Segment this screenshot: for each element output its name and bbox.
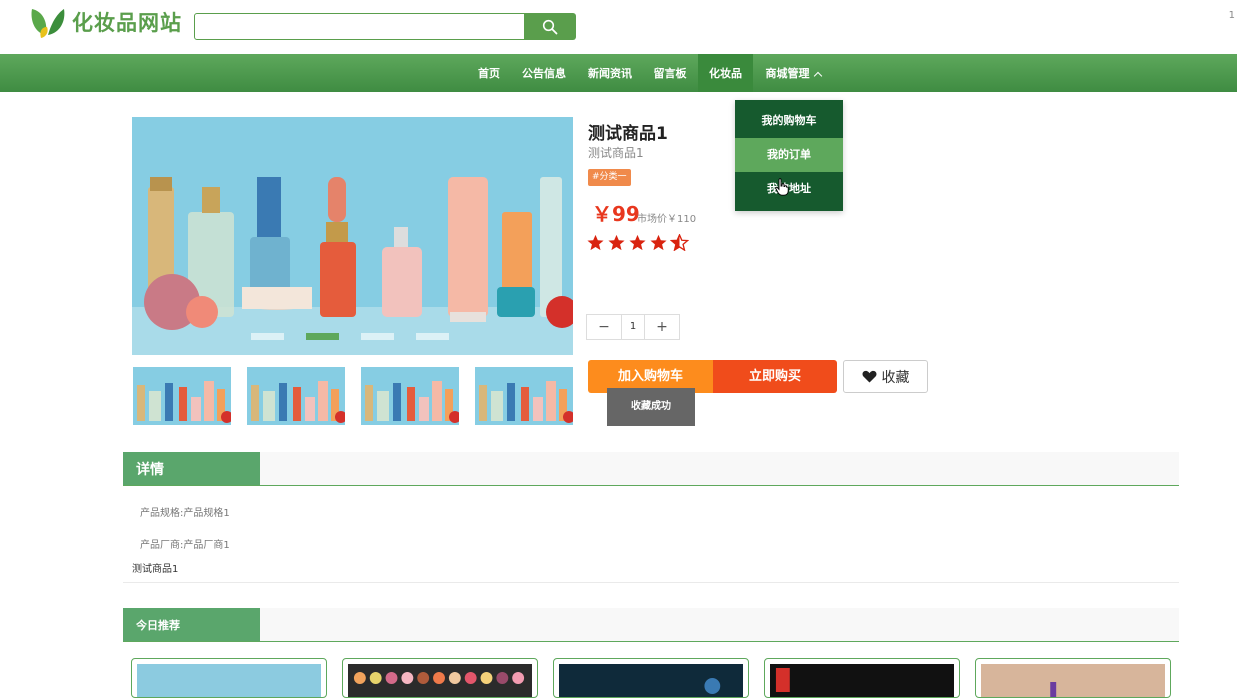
buy-now-button[interactable]: 立即购买 bbox=[713, 360, 837, 393]
favorite-button[interactable]: 收藏 bbox=[843, 360, 928, 393]
recommend-card[interactable] bbox=[553, 658, 749, 698]
heart-icon bbox=[862, 370, 876, 383]
carousel-dot-3[interactable] bbox=[361, 333, 394, 340]
recommend-image bbox=[137, 664, 321, 697]
product-price: ￥99 bbox=[592, 202, 640, 226]
recommend-image bbox=[559, 664, 743, 697]
market-price: 市场价￥110 bbox=[637, 214, 697, 225]
site-name: 化妆品网站 bbox=[72, 11, 182, 35]
manufacturer-line: 产品厂商:产品厂商1 bbox=[140, 540, 230, 551]
mall-dropdown-menu: 我的购物车 我的订单 我的地址 bbox=[735, 100, 843, 211]
quantity-plus-button[interactable]: + bbox=[645, 315, 679, 339]
star-half-icon bbox=[670, 234, 689, 251]
main-nav: 首页 公告信息 新闻资讯 留言板 化妆品 商城管理 bbox=[0, 54, 1237, 92]
recommend-image bbox=[770, 664, 954, 697]
search-button[interactable] bbox=[524, 13, 576, 40]
nav-announcements[interactable]: 公告信息 bbox=[514, 54, 574, 92]
product-title: 测试商品1 bbox=[588, 124, 668, 144]
category-tag[interactable]: #分类一 bbox=[588, 169, 631, 186]
details-section-header: 详情 bbox=[123, 452, 1179, 486]
toast-message: 收藏成功 bbox=[607, 388, 695, 426]
divider bbox=[123, 582, 1179, 583]
nav-cosmetics[interactable]: 化妆品 bbox=[698, 54, 753, 92]
nav-guestbook[interactable]: 留言板 bbox=[646, 54, 694, 92]
star-icon bbox=[587, 234, 604, 251]
thumbnail-4[interactable] bbox=[475, 367, 573, 425]
thumbnail-2[interactable] bbox=[247, 367, 345, 425]
recommend-image bbox=[348, 664, 532, 697]
product-description: 测试商品1 bbox=[132, 564, 179, 575]
favorite-label: 收藏 bbox=[881, 369, 910, 386]
quantity-minus-button[interactable]: − bbox=[587, 315, 621, 339]
thumbnail-1[interactable] bbox=[133, 367, 231, 425]
rating-stars bbox=[586, 234, 691, 251]
product-main-image[interactable] bbox=[132, 117, 573, 355]
carousel-dot-1[interactable] bbox=[251, 333, 284, 340]
recommend-card[interactable] bbox=[342, 658, 538, 698]
search-icon bbox=[542, 19, 558, 34]
star-icon bbox=[608, 234, 625, 251]
spec-line: 产品规格:产品规格1 bbox=[140, 508, 230, 519]
recommend-card[interactable] bbox=[131, 658, 327, 698]
leaf-logo-icon bbox=[31, 9, 65, 38]
site-logo[interactable]: 化妆品网站 bbox=[28, 4, 182, 40]
corner-text: 1 bbox=[1228, 10, 1235, 21]
hand-cursor-icon bbox=[775, 178, 789, 196]
menu-item-my-address[interactable]: 我的地址 bbox=[735, 172, 843, 206]
nav-mall-label: 商城管理 bbox=[765, 67, 810, 80]
cosmetics-photo bbox=[132, 117, 573, 355]
tab-today-recommend[interactable]: 今日推荐 bbox=[123, 608, 260, 641]
recommend-section-header: 今日推荐 bbox=[123, 608, 1179, 642]
thumbnail-3[interactable] bbox=[361, 367, 459, 425]
recommend-card[interactable] bbox=[975, 658, 1171, 698]
nav-news[interactable]: 新闻资讯 bbox=[580, 54, 640, 92]
quantity-stepper: − 1 + bbox=[586, 314, 680, 340]
star-icon bbox=[629, 234, 646, 251]
product-subtitle: 测试商品1 bbox=[588, 146, 644, 160]
star-icon bbox=[650, 234, 667, 251]
carousel-dot-2[interactable] bbox=[306, 333, 339, 340]
recommend-card[interactable] bbox=[764, 658, 960, 698]
nav-home[interactable]: 首页 bbox=[470, 54, 508, 92]
site-header: 化妆品网站 1 bbox=[0, 0, 1237, 54]
chevron-up-icon bbox=[813, 71, 822, 81]
tab-details[interactable]: 详情 bbox=[123, 452, 260, 485]
quantity-value[interactable]: 1 bbox=[621, 315, 645, 339]
recommend-image bbox=[981, 664, 1165, 697]
menu-item-my-orders[interactable]: 我的订单 bbox=[735, 138, 843, 172]
carousel-dot-4[interactable] bbox=[416, 333, 449, 340]
search-input[interactable] bbox=[194, 13, 526, 40]
menu-item-my-cart[interactable]: 我的购物车 bbox=[735, 104, 843, 138]
nav-mall-management[interactable]: 商城管理 bbox=[757, 54, 829, 92]
